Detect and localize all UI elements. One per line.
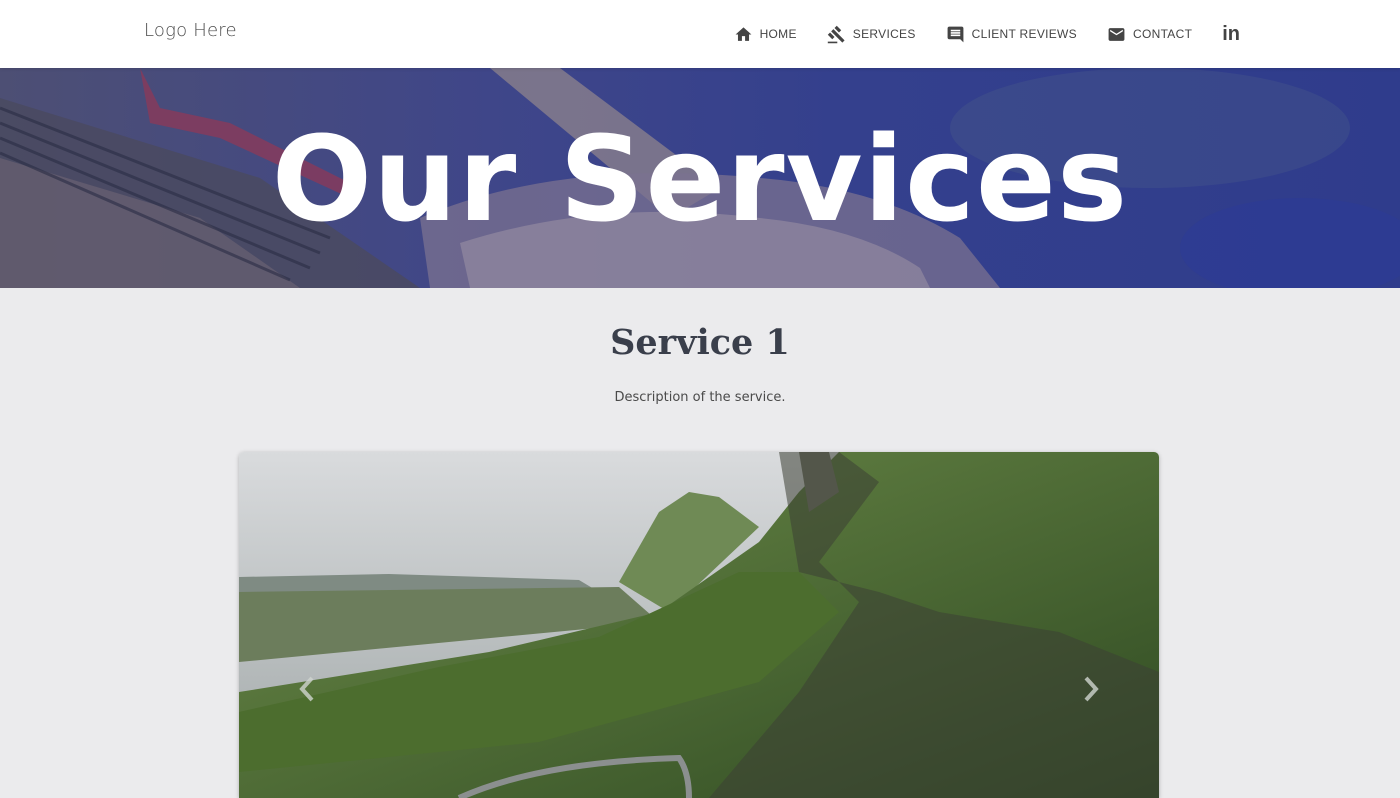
mail-icon xyxy=(1108,27,1125,41)
nav-item-label: CLIENT REVIEWS xyxy=(971,27,1077,41)
chevron-right-icon[interactable] xyxy=(1079,674,1103,704)
navbar: Logo Here HOME SERVICES CLIENT REVIEWS C… xyxy=(0,0,1400,68)
nav-item-label: CONTACT xyxy=(1133,27,1193,41)
carousel-image xyxy=(239,452,1159,798)
nav-item-label: HOME xyxy=(759,27,797,41)
page-title: Our Services xyxy=(271,110,1129,248)
chevron-left-icon[interactable] xyxy=(295,674,319,704)
nav-item-client-reviews[interactable]: CLIENT REVIEWS xyxy=(946,25,1077,44)
gavel-icon xyxy=(827,25,845,43)
nav-item-contact[interactable]: CONTACT xyxy=(1107,25,1192,44)
nav-item-label: SERVICES xyxy=(852,27,916,41)
nav-item-home[interactable]: HOME xyxy=(734,25,797,44)
nav-item-services[interactable]: SERVICES xyxy=(827,25,916,44)
service-description: Description of the service. xyxy=(614,390,786,405)
logo[interactable]: Logo Here xyxy=(144,20,237,41)
service-title: Service 1 xyxy=(610,322,790,363)
nav-links: HOME SERVICES CLIENT REVIEWS CONTACT in xyxy=(704,0,1240,68)
linkedin-icon[interactable]: in xyxy=(1222,23,1240,46)
home-icon xyxy=(735,26,751,41)
hero-banner: Our Services xyxy=(0,68,1400,288)
comment-icon xyxy=(947,26,964,42)
image-carousel[interactable] xyxy=(239,452,1159,798)
